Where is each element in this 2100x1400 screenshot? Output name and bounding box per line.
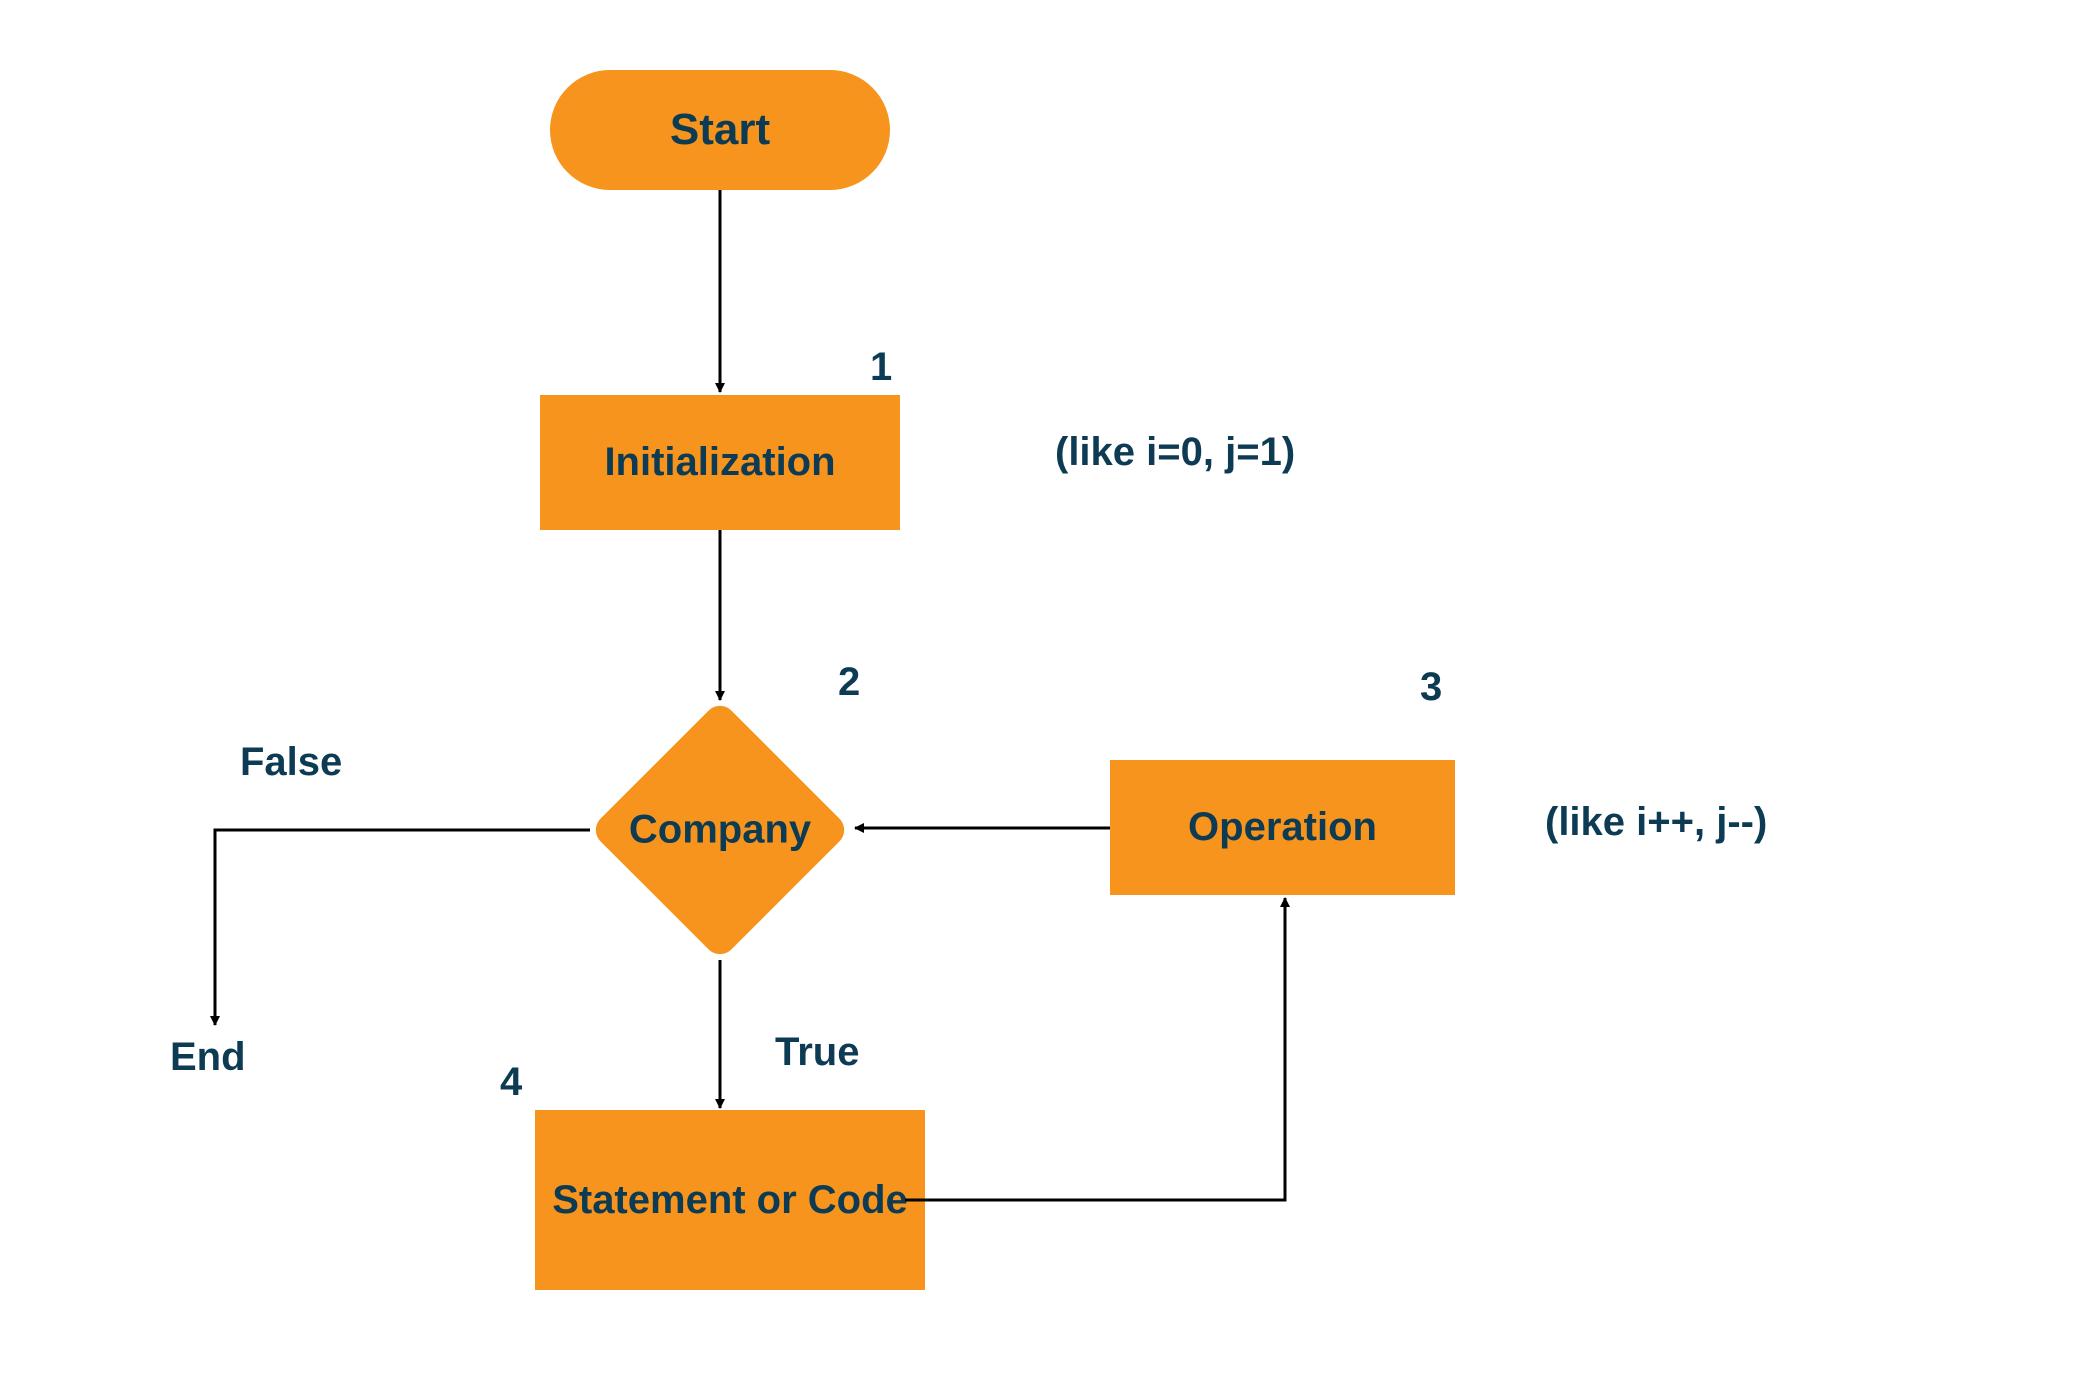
node-operation-label: Operation	[1188, 805, 1377, 850]
node-initialization: Initialization	[540, 395, 900, 530]
step-number-3: 3	[1420, 665, 1442, 710]
annotation-init: (like i=0, j=1)	[1055, 430, 1295, 475]
node-decision: Company	[590, 700, 850, 960]
node-start: Start	[550, 70, 890, 190]
edge-label-false: False	[240, 740, 342, 785]
step-number-1: 1	[870, 345, 892, 390]
arrow-statement-to-operation	[905, 898, 1285, 1200]
edge-label-end: End	[170, 1035, 246, 1080]
node-operation: Operation	[1110, 760, 1455, 895]
step-number-4: 4	[500, 1060, 522, 1105]
arrow-decision-false-to-end	[215, 830, 590, 1025]
node-decision-label: Company	[629, 808, 811, 853]
node-start-label: Start	[670, 105, 770, 155]
node-initialization-label: Initialization	[604, 440, 835, 485]
flowchart-canvas: Start Initialization 1 (like i=0, j=1) C…	[0, 0, 2100, 1400]
flowchart-arrows	[0, 0, 2100, 1400]
annotation-operation: (like i++, j--)	[1545, 800, 1767, 845]
edge-label-true: True	[775, 1030, 859, 1075]
step-number-2: 2	[838, 660, 860, 705]
node-statement: Statement or Code	[535, 1110, 925, 1290]
node-statement-label: Statement or Code	[552, 1175, 908, 1225]
